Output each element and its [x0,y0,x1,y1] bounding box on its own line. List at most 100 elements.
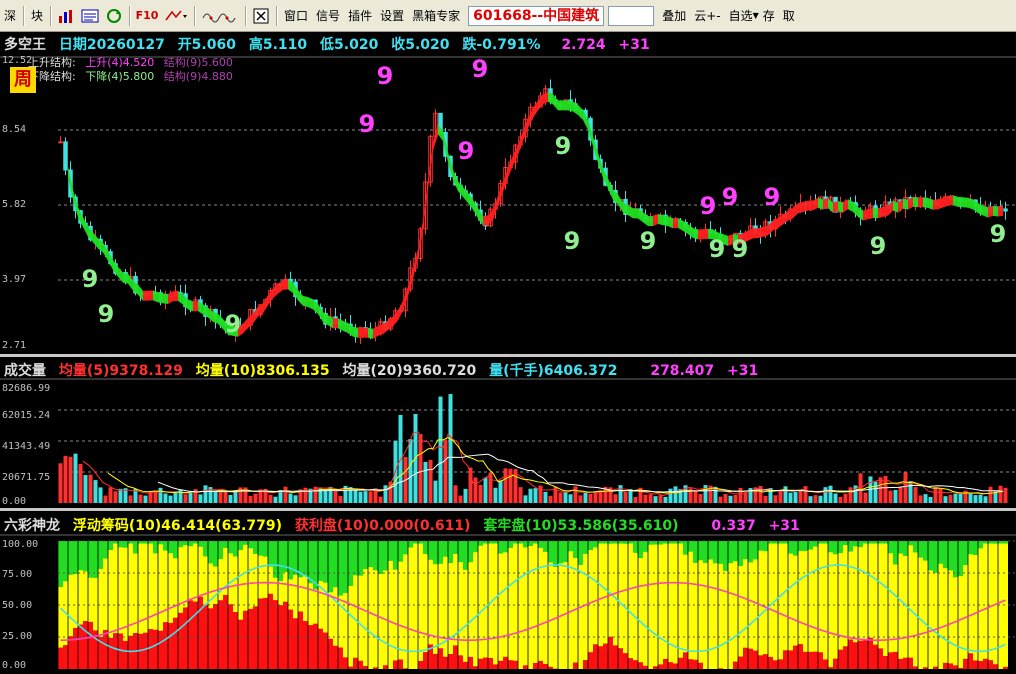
chip-green-fill [593,541,598,548]
chip-green-fill [853,541,858,547]
chip-green-fill [528,541,533,546]
chip-red-fill [218,600,223,669]
chip-green-fill [63,541,68,582]
menu-window[interactable]: 窗口 [280,7,312,24]
menu-plugin[interactable]: 插件 [344,7,376,24]
refresh-icon[interactable] [104,7,124,25]
chip-red-fill [258,598,263,669]
chip-green-fill [238,541,243,551]
volume-bar [118,488,123,503]
stock-code-box[interactable]: 601668--中国建筑 [468,5,605,26]
volume-bar [433,480,438,503]
chips-chart[interactable] [0,511,1016,674]
code-input[interactable] [608,5,655,26]
volume-bar [428,459,433,503]
menu-overlay[interactable]: 叠加 [658,7,690,24]
trend-ribbon-segment [838,200,843,213]
chip-green-fill [938,541,943,564]
chip-red-fill [588,652,593,669]
volume-bar [818,495,823,503]
candle-body [63,141,68,171]
chip-red-fill [593,644,598,669]
toolbar-item-shen[interactable]: 深 [0,7,20,24]
toolbar-item-block[interactable]: 块 [27,7,47,24]
chip-red-fill [883,655,888,669]
chip-red-fill [358,660,363,669]
period-badge[interactable]: 周 [10,67,36,93]
volume-bar [108,487,113,503]
chip-green-fill [103,541,108,559]
chip-green-fill [458,541,463,563]
chip-red-fill [248,608,253,669]
chip-red-fill [143,632,148,669]
trend-ribbon-segment [823,197,828,210]
volume-bar [63,455,68,503]
volume-bar [658,495,663,503]
trend-ribbon-segment [608,178,613,200]
chip-green-fill [83,541,88,572]
volume-bar [553,486,558,503]
volume-bar [583,492,588,503]
menu-signal[interactable]: 信号 [312,7,344,24]
draw-icon[interactable] [163,7,189,25]
chip-green-fill [168,541,173,554]
close-box-icon[interactable] [251,7,271,25]
volume-bar [423,461,428,503]
volume-bar [473,477,478,503]
trend-ribbon-segment [918,197,923,208]
trend-ribbon-segment [483,215,488,226]
chip-red-fill [743,647,748,669]
chip-red-fill [878,648,883,669]
chip-green-fill [523,541,528,548]
volume-bar [353,489,358,503]
chip-green-fill [758,541,763,551]
volume-bar [478,484,483,503]
quote-icon[interactable] [80,7,100,25]
chip-red-fill [333,645,338,669]
volume-bar [888,490,893,503]
wave-icon[interactable] [200,7,240,25]
chip-red-fill [103,629,108,669]
chip-red-fill [533,662,538,669]
trend-ribbon-segment [938,197,943,210]
chip-red-fill [808,651,813,669]
chip-green-fill [428,541,433,560]
chip-green-fill [353,541,358,576]
chip-red-fill [873,644,878,669]
menu-save[interactable]: 存 [759,7,779,24]
volume-bar [808,496,813,503]
f10-icon[interactable]: F10 [135,7,159,25]
trend-ribbon-segment [893,200,898,213]
chip-green-fill [788,541,793,554]
chip-red-fill [473,666,478,669]
trend-ribbon-segment [668,216,673,229]
menu-blackbox-expert[interactable]: 黑箱专家 [408,7,464,24]
volume-bar [458,495,463,503]
nine-marker: 9 [98,300,115,328]
chip-red-fill [573,662,578,669]
trend-ribbon-segment [803,200,808,213]
chip-red-fill [718,668,723,669]
chip-red-fill [88,621,93,669]
chip-red-fill [63,645,68,669]
menu-load[interactable]: 取 [779,7,799,24]
chip-green-fill [438,541,443,564]
chip-red-fill [668,662,673,669]
volume-chart[interactable] [0,357,1016,508]
trend-ribbon-segment [848,199,853,212]
chips-axis-label: 0.00 [2,660,27,671]
chip-green-fill [478,541,483,546]
chip-green-fill [643,541,648,552]
volume-bar [448,394,453,503]
volume-bar [988,486,993,503]
toolbar-separator [245,5,247,26]
chip-green-fill [963,541,968,566]
chip-red-fill [758,655,763,669]
chip-green-fill [798,541,803,552]
chip-red-fill [633,660,638,669]
volume-bar [588,493,593,503]
menu-cloud[interactable]: 云+- [690,7,724,24]
bar-chart-icon[interactable] [56,7,76,25]
chip-red-fill [848,639,853,669]
menu-settings[interactable]: 设置 [376,7,408,24]
